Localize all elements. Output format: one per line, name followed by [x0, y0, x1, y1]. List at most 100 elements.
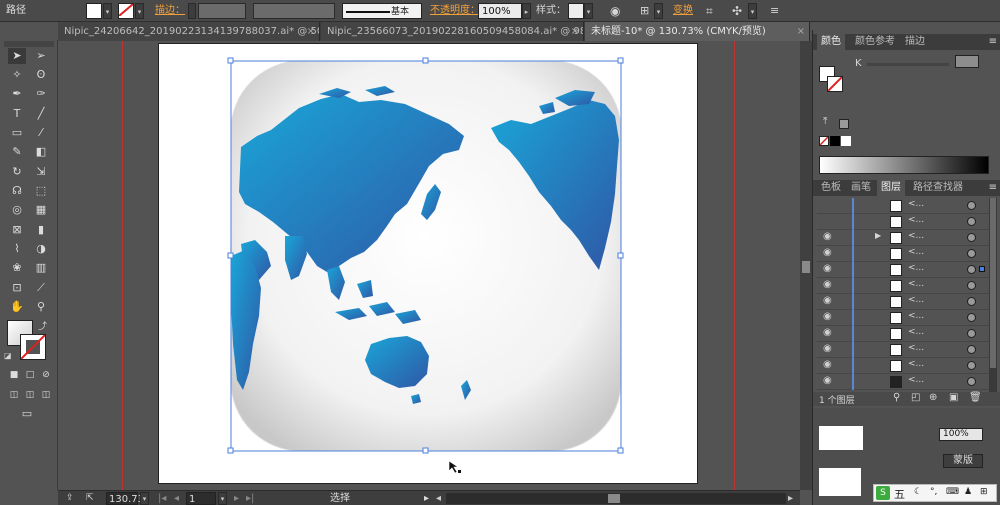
- make-mask-button[interactable]: 蒙版: [943, 454, 983, 468]
- recolor-icon[interactable]: ◉: [610, 3, 620, 19]
- black-swatch[interactable]: [830, 136, 840, 146]
- none-swatch[interactable]: [819, 136, 829, 146]
- channel-slider[interactable]: [867, 63, 949, 66]
- eye-icon[interactable]: ◉: [823, 343, 832, 354]
- gradient-icon[interactable]: ▮: [32, 222, 50, 238]
- panel-menu-icon[interactable]: ≡: [989, 182, 997, 193]
- clipping-mask-icon[interactable]: ◰: [911, 392, 920, 403]
- rectangle-icon[interactable]: ▭: [8, 125, 26, 141]
- hscroll-left-icon[interactable]: ◂: [436, 492, 441, 505]
- out-of-gamut-icon[interactable]: ⤒: [823, 116, 827, 127]
- eye-icon[interactable]: ◉: [823, 263, 832, 274]
- align-icon[interactable]: ⊞: [640, 3, 649, 19]
- channel-value-field[interactable]: [955, 55, 979, 68]
- stroke-weight-stepper[interactable]: [188, 3, 196, 19]
- eye-icon[interactable]: ◉: [823, 231, 832, 242]
- target-icon[interactable]: [967, 201, 976, 210]
- stroke-label[interactable]: 描边：: [155, 3, 185, 19]
- zoom-dropdown[interactable]: ▾: [140, 492, 149, 505]
- blend-icon[interactable]: ◑: [32, 241, 50, 257]
- tab-document-3[interactable]: 未标题-10* @ 130.73% (CMYK/预览) ×: [585, 22, 810, 41]
- paintbrush-icon[interactable]: ⁄: [32, 125, 50, 141]
- warp-icon[interactable]: ☊: [8, 183, 26, 199]
- layer-row[interactable]: <...: [817, 214, 997, 230]
- mesh-icon[interactable]: ⊠: [8, 222, 26, 238]
- layer-row[interactable]: ◉ <...: [817, 310, 997, 326]
- graphic-style-dropdown[interactable]: ▾: [584, 3, 593, 19]
- opacity-dropdown[interactable]: ▸: [522, 3, 531, 19]
- arrange-dropdown[interactable]: ▾: [748, 3, 757, 19]
- vertical-scrollbar[interactable]: [800, 41, 812, 490]
- zoom-field[interactable]: 130.73: [106, 492, 144, 505]
- eye-icon[interactable]: ◉: [823, 311, 832, 322]
- stroke-style-field[interactable]: 基本: [342, 3, 422, 19]
- type-icon[interactable]: T: [8, 106, 26, 122]
- eye-icon[interactable]: ◉: [823, 375, 832, 386]
- tab-color-guide[interactable]: 颜色参考: [851, 34, 899, 50]
- layers-scrollbar[interactable]: [989, 198, 997, 394]
- pen-icon[interactable]: ✒: [8, 86, 26, 102]
- default-colors-icon[interactable]: ◪: [4, 351, 12, 360]
- canvas-workspace[interactable]: [58, 41, 800, 490]
- close-icon[interactable]: ×: [797, 22, 805, 41]
- prev-artboard-icon[interactable]: ◂: [174, 492, 179, 505]
- target-icon[interactable]: [967, 217, 976, 226]
- shape-builder-icon[interactable]: ◎: [8, 202, 26, 218]
- tab-document-1[interactable]: Nipic_24206642_20190223134139788037.ai* …: [58, 22, 320, 41]
- artboard-dropdown[interactable]: ▾: [218, 492, 227, 505]
- graph-icon[interactable]: ▥: [32, 260, 50, 276]
- variable-width-field[interactable]: [253, 3, 335, 19]
- next-artboard-icon[interactable]: ▸: [234, 492, 239, 505]
- transform-label[interactable]: 变换: [673, 3, 693, 19]
- slice-icon[interactable]: ⟋: [32, 280, 50, 296]
- target-icon[interactable]: [967, 233, 976, 242]
- expand-arrow-icon[interactable]: ▶: [875, 231, 881, 240]
- graphic-style-swatch[interactable]: [568, 3, 584, 19]
- gamut-swatch[interactable]: [839, 119, 849, 129]
- status-menu-icon[interactable]: ▸: [424, 492, 429, 505]
- layer-row[interactable]: <...: [817, 198, 997, 214]
- none-mode-icon[interactable]: ⊘: [37, 367, 55, 383]
- layer-row[interactable]: ◉ <...: [817, 278, 997, 294]
- eye-icon[interactable]: ◉: [823, 279, 832, 290]
- opacity-label[interactable]: 不透明度：: [430, 3, 480, 19]
- draw-inside-icon[interactable]: ◫: [37, 387, 55, 403]
- artboard-icon[interactable]: ⊡: [8, 280, 26, 296]
- target-icon[interactable]: [967, 329, 976, 338]
- tab-brushes[interactable]: 画笔: [847, 180, 875, 196]
- new-layer-icon[interactable]: ▣: [949, 392, 958, 403]
- layer-list[interactable]: <... <... ◉ ▶ <... ◉ <... ◉ <... ◉ <... ◉ <... ◉ <... ◉…: [813, 198, 1000, 394]
- lasso-icon[interactable]: ʘ: [32, 67, 50, 83]
- ime-keyboard-icon[interactable]: ⌨: [946, 487, 959, 497]
- ime-moon-icon[interactable]: ☾: [914, 487, 922, 497]
- curvature-icon[interactable]: ✑: [32, 86, 50, 102]
- hscroll-thumb[interactable]: [608, 494, 620, 503]
- last-artboard-icon[interactable]: ▸|: [246, 492, 254, 505]
- opacity-field[interactable]: 100%: [939, 428, 983, 441]
- delete-layer-icon[interactable]: 🗑: [969, 392, 982, 403]
- tab-color[interactable]: 颜色: [817, 34, 845, 50]
- target-icon[interactable]: [967, 377, 976, 386]
- free-transform-icon[interactable]: ⬚: [32, 183, 50, 199]
- magic-wand-icon[interactable]: ✧: [8, 67, 26, 83]
- tab-document-2[interactable]: Nipic_23566073_20190228160509458084.ai* …: [321, 22, 584, 41]
- scale-icon[interactable]: ⇲: [32, 164, 50, 180]
- color-spectrum[interactable]: [819, 156, 989, 174]
- line-icon[interactable]: ╱: [32, 106, 50, 122]
- symbol-sprayer-icon[interactable]: ❀: [8, 260, 26, 276]
- tools-grip[interactable]: [4, 41, 54, 47]
- layer-row[interactable]: ◉ <...: [817, 374, 997, 390]
- layer-row[interactable]: ◉ <...: [817, 358, 997, 374]
- close-icon[interactable]: ×: [571, 22, 579, 41]
- close-icon[interactable]: ×: [307, 22, 315, 41]
- stroke-color-box[interactable]: [20, 334, 46, 360]
- target-icon[interactable]: [967, 297, 976, 306]
- layer-row[interactable]: ◉ <...: [817, 262, 997, 278]
- target-icon[interactable]: [967, 249, 976, 258]
- layers-scroll-thumb[interactable]: [990, 198, 996, 368]
- eye-icon[interactable]: ◉: [823, 295, 832, 306]
- fill-dropdown[interactable]: ▾: [103, 3, 112, 19]
- target-icon[interactable]: [967, 361, 976, 370]
- layer-row[interactable]: ◉ <...: [817, 342, 997, 358]
- ime-toolbar[interactable]: S 五 ☾ °, ⌨ ♟ ⊞: [873, 484, 997, 502]
